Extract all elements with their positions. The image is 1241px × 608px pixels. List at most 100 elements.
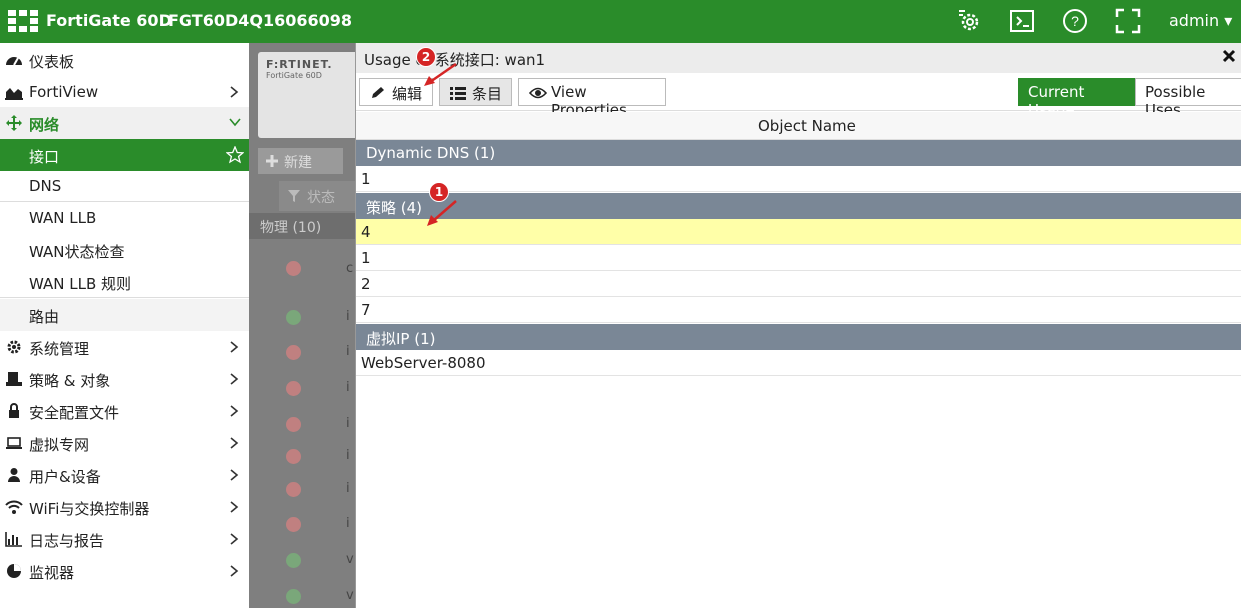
sidebar-item-label: 虚拟专网 bbox=[29, 436, 90, 454]
device-serial: FGT60D4Q16066098 bbox=[168, 11, 353, 30]
panel-titlebar: Usage of 系统接口: wan1 bbox=[356, 43, 1241, 73]
user-icon bbox=[8, 468, 20, 482]
svg-text:?: ? bbox=[1071, 13, 1079, 29]
chevron-right-icon bbox=[230, 341, 239, 353]
sidebar-subitem-wan-llb-rules[interactable]: WAN LLB 规则 bbox=[0, 266, 249, 298]
sidebar-item-label: WAN LLB bbox=[29, 209, 97, 227]
sidebar-item-label: 仪表板 bbox=[29, 53, 75, 71]
sidebar-item-label: 安全配置文件 bbox=[29, 404, 120, 422]
interface-name-fragment: i bbox=[346, 516, 350, 531]
create-new-button[interactable]: 新建 bbox=[258, 148, 343, 174]
interface-name-fragment: i bbox=[346, 448, 350, 463]
sidebar-subitem-dns[interactable]: DNS bbox=[0, 170, 249, 202]
dashboard-icon bbox=[6, 57, 22, 66]
divider bbox=[0, 297, 249, 298]
sidebar-item-label: DNS bbox=[29, 177, 62, 195]
eye-icon bbox=[529, 87, 547, 99]
config-gear-icon[interactable] bbox=[957, 8, 983, 34]
table-row[interactable]: WebServer-8080 bbox=[356, 350, 1241, 376]
table-row[interactable]: 7 bbox=[356, 297, 1241, 323]
status-down-icon bbox=[286, 449, 301, 464]
usage-panel: Usage of 系统接口: wan1 编辑 条目 View Propertie… bbox=[355, 43, 1241, 608]
object-name-cell: 1 bbox=[361, 249, 371, 267]
fortinet-logo-icon bbox=[8, 10, 38, 32]
interface-name-fragment: i bbox=[346, 344, 350, 359]
current-usage-toggle[interactable]: Current Usage bbox=[1018, 78, 1135, 119]
status-down-icon bbox=[286, 261, 301, 276]
sidebar-item-wifi-switch[interactable]: WiFi与交换控制器 bbox=[0, 491, 249, 523]
object-name-cell: WebServer-8080 bbox=[361, 354, 486, 372]
group-header-dynamic-dns: Dynamic DNS (1) bbox=[356, 140, 1241, 166]
sidebar-subitem-wan-health[interactable]: WAN状态检查 bbox=[0, 234, 249, 266]
sidebar-item-fortiview[interactable]: FortiView bbox=[0, 76, 249, 108]
sidebar-item-label: 监视器 bbox=[29, 564, 75, 582]
status-down-icon bbox=[286, 417, 301, 432]
sidebar-item-network[interactable]: 网络 bbox=[0, 107, 249, 139]
close-icon[interactable] bbox=[1222, 49, 1236, 63]
sidebar-item-dashboard[interactable]: 仪表板 bbox=[0, 44, 249, 76]
group-label: Dynamic DNS (1) bbox=[366, 144, 496, 162]
object-name-cell: 7 bbox=[361, 301, 371, 319]
interface-name-fragment: i bbox=[346, 416, 350, 431]
status-column-label: 状态 bbox=[307, 190, 335, 206]
chevron-right-icon bbox=[230, 469, 239, 481]
interface-name-fragment: c bbox=[346, 261, 354, 276]
admin-menu[interactable]: admin ▾ bbox=[1169, 11, 1232, 30]
table-row[interactable]: 4 bbox=[356, 219, 1241, 245]
interface-name-fragment: i bbox=[346, 380, 350, 395]
table-row[interactable]: 1 bbox=[356, 245, 1241, 271]
wifi-icon bbox=[5, 500, 23, 514]
sidebar-subitem-interfaces[interactable]: 接口 bbox=[0, 139, 249, 171]
possible-uses-toggle[interactable]: Possible Uses bbox=[1135, 78, 1241, 119]
view-properties-button[interactable]: View Properties bbox=[518, 78, 666, 119]
pie-chart-icon bbox=[7, 564, 21, 578]
interface-name-fragment: i bbox=[346, 481, 350, 496]
sidebar-item-label: WAN状态检查 bbox=[29, 243, 125, 261]
chevron-down-icon bbox=[229, 118, 241, 127]
sidebar-item-security-profiles[interactable]: 安全配置文件 bbox=[0, 395, 249, 427]
filter-icon bbox=[288, 190, 300, 202]
chevron-right-icon bbox=[230, 437, 239, 449]
star-icon[interactable] bbox=[226, 146, 244, 164]
sidebar-item-policy[interactable]: 策略 & 对象 bbox=[0, 363, 249, 395]
sidebar-item-label: FortiView bbox=[29, 83, 99, 101]
sidebar-item-log-report[interactable]: 日志与报告 bbox=[0, 523, 249, 555]
status-column-header[interactable]: 状态 bbox=[279, 181, 355, 211]
create-new-label: 新建 bbox=[284, 155, 312, 171]
sidebar-item-label: 用户&设备 bbox=[29, 468, 101, 486]
status-up-icon bbox=[286, 310, 301, 325]
sidebar-item-user-device[interactable]: 用户&设备 bbox=[0, 459, 249, 491]
object-name-cell: 4 bbox=[361, 223, 371, 241]
sidebar-item-label: 网络 bbox=[29, 116, 60, 134]
table-row[interactable]: 2 bbox=[356, 271, 1241, 297]
interface-name-fragment: v bbox=[346, 552, 354, 567]
chevron-right-icon bbox=[230, 373, 239, 385]
device-model: FortiGate 60D bbox=[46, 11, 172, 30]
status-down-icon bbox=[286, 482, 301, 497]
object-name-column-header[interactable]: Object Name bbox=[356, 112, 1241, 140]
sidebar-subitem-wan-llb[interactable]: WAN LLB bbox=[0, 202, 249, 234]
sidebar-item-label: WAN LLB 规则 bbox=[29, 275, 132, 293]
help-icon[interactable]: ? bbox=[1062, 8, 1088, 34]
status-up-icon bbox=[286, 553, 301, 568]
bar-chart-icon bbox=[5, 532, 22, 547]
sidebar: 仪表板 FortiView 网络 接口 DNS WAN LLB WAN状态检查 … bbox=[0, 43, 249, 608]
plus-icon bbox=[266, 155, 278, 167]
sidebar-item-vpn[interactable]: 虚拟专网 bbox=[0, 427, 249, 459]
lock-icon bbox=[9, 403, 19, 418]
physical-group-header: 物理 (10) bbox=[249, 213, 355, 239]
table-row[interactable]: 1 bbox=[356, 166, 1241, 192]
edit-label: 编辑 bbox=[392, 85, 423, 103]
object-name-cell: 2 bbox=[361, 275, 371, 293]
sidebar-item-label: WiFi与交换控制器 bbox=[29, 500, 150, 518]
sidebar-subitem-routing[interactable]: 路由 bbox=[0, 299, 249, 331]
chevron-right-icon bbox=[230, 501, 239, 513]
fullscreen-icon[interactable] bbox=[1115, 8, 1141, 34]
sidebar-item-monitor[interactable]: 监视器 bbox=[0, 555, 249, 587]
status-up-icon bbox=[286, 589, 301, 604]
laptop-icon bbox=[6, 437, 22, 449]
sidebar-item-system[interactable]: 系统管理 bbox=[0, 331, 249, 363]
cli-console-icon[interactable] bbox=[1009, 8, 1035, 34]
pencil-icon bbox=[372, 87, 384, 98]
chevron-right-icon bbox=[230, 533, 239, 545]
